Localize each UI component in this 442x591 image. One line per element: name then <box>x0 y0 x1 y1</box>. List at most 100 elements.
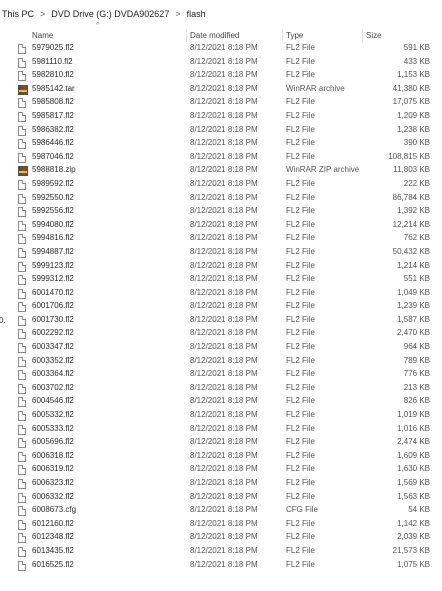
file-icon-cell <box>18 314 28 326</box>
file-date-modified: 8/12/2021 8:18 PM <box>190 165 258 175</box>
file-type: FL2 File <box>286 450 315 460</box>
file-row[interactable]: 5982810.fl2 8/12/2021 8:18 PM FL2 File 1,15… <box>0 68 442 82</box>
file-row[interactable]: 5985808.fl2 8/12/2021 8:18 PM FL2 File 17,0… <box>0 95 442 109</box>
file-name: 6003347.fl2 <box>32 342 74 352</box>
file-size: 21,573 KB <box>392 545 430 555</box>
file-type: WinRAR archive <box>286 83 345 93</box>
file-row[interactable]: 5987046.fl2 8/12/2021 8:18 PM FL2 File 108,… <box>0 150 442 164</box>
file-size: 2,474 KB <box>397 437 430 447</box>
file-date-modified: 8/12/2021 8:18 PM <box>190 151 258 161</box>
breadcrumb-chevron-icon[interactable]: > <box>171 9 184 19</box>
file-name: 5987046.fl2 <box>32 151 74 161</box>
file-row[interactable]: 5979025.fl2 8/12/2021 8:18 PM FL2 File 591 … <box>0 41 442 55</box>
file-icon-cell <box>18 178 28 190</box>
breadcrumb-flash[interactable]: flash <box>185 9 208 19</box>
file-size: 17,075 KB <box>392 97 430 107</box>
file-icon-cell <box>18 260 28 272</box>
file-icon-cell <box>18 504 28 517</box>
file-icon-cell <box>18 232 28 245</box>
file-row[interactable]: 5985817.fl2 8/12/2021 8:18 PM FL2 File 1,20… <box>0 109 442 123</box>
file-row[interactable]: 6005696.fl2 8/12/2021 8:18 PM FL2 File 2,47… <box>0 435 442 449</box>
file-size: 1,563 KB <box>397 491 430 501</box>
file-row[interactable]: 6006332.fl2 8/12/2021 8:18 PM FL2 File 1,56… <box>0 490 442 504</box>
file-type: CFG File <box>286 505 318 515</box>
breadcrumb-dvd-drive[interactable]: DVD Drive (G:) DVDA902627 <box>49 9 171 19</box>
file-row[interactable]: 6003364.fl2 8/12/2021 8:18 PM FL2 File 776 … <box>0 367 442 381</box>
breadcrumb[interactable]: This PC > DVD Drive (G:) DVDA902627 > fl… <box>0 0 442 28</box>
file-icon-cell <box>18 110 28 122</box>
breadcrumb-chevron-icon[interactable]: > <box>36 9 49 19</box>
file-row[interactable]: 6003702.fl2 8/12/2021 8:18 PM FL2 File 213 … <box>0 381 442 395</box>
file-size: 41,380 KB <box>392 83 430 93</box>
column-header-name[interactable]: Name <box>32 31 53 40</box>
file-name: 6003702.fl2 <box>32 382 74 392</box>
file-row[interactable]: 5986446.fl2 8/12/2021 8:18 PM FL2 File 390 … <box>0 136 442 150</box>
file-row[interactable]: 6001730.fl2 8/12/2021 8:18 PM FL2 File 1,58… <box>0 313 442 327</box>
file-row[interactable]: 6008673.cfg 8/12/2021 8:18 PM CFG File 54 K… <box>0 503 442 517</box>
file-name: 5988818.zip <box>32 165 76 175</box>
file-type: FL2 File <box>286 219 315 229</box>
file-explorer-window: This PC > DVD Drive (G:) DVDA902627 > fl… <box>0 0 442 591</box>
fl2-file-icon <box>18 125 26 136</box>
file-row[interactable]: 6006323.fl2 8/12/2021 8:18 PM FL2 File 1,56… <box>0 476 442 490</box>
file-row[interactable]: 6006318.fl2 8/12/2021 8:18 PM FL2 File 1,60… <box>0 449 442 463</box>
file-row[interactable]: 6012348.fl2 8/12/2021 8:18 PM FL2 File 2,03… <box>0 530 442 544</box>
file-type: FL2 File <box>286 110 315 120</box>
file-date-modified: 8/12/2021 8:18 PM <box>190 70 258 80</box>
fl2-file-icon <box>18 411 26 422</box>
column-header-date-modified[interactable]: Date modified <box>190 31 239 40</box>
file-icon-cell <box>18 164 28 177</box>
file-icon-cell <box>18 287 28 299</box>
file-size: 2,470 KB <box>397 328 430 338</box>
file-row[interactable]: 5992556.fl2 8/12/2021 8:18 PM FL2 File 1,39… <box>0 204 442 218</box>
file-row[interactable]: 6001470.fl2 8/12/2021 8:18 PM FL2 File 1,04… <box>0 286 442 300</box>
file-row[interactable]: 5994816.fl2 8/12/2021 8:18 PM FL2 File 762 … <box>0 231 442 245</box>
file-row[interactable]: 6001706.fl2 8/12/2021 8:18 PM FL2 File 1,23… <box>0 299 442 313</box>
file-name: 6001730.fl2 <box>32 314 74 324</box>
file-row[interactable]: 6012160.fl2 8/12/2021 8:18 PM FL2 File 1,14… <box>0 517 442 531</box>
file-row[interactable]: 5992550.fl2 8/12/2021 8:18 PM FL2 File 86,7… <box>0 191 442 205</box>
file-row[interactable]: 6003347.fl2 8/12/2021 8:18 PM FL2 File 964 … <box>0 340 442 354</box>
fl2-file-icon <box>18 98 26 109</box>
file-row[interactable]: 5988818.zip 8/12/2021 8:18 PM WinRAR ZIP a… <box>0 163 442 177</box>
file-icon-cell <box>18 96 28 109</box>
file-icon-cell <box>18 341 28 354</box>
fl2-file-icon <box>18 207 26 218</box>
file-row[interactable]: 6013435.fl2 8/12/2021 8:18 PM FL2 File 21,5… <box>0 544 442 558</box>
fl2-file-icon <box>18 479 26 489</box>
fl2-file-icon <box>18 247 26 258</box>
file-size: 762 KB <box>403 233 430 243</box>
column-header-size[interactable]: Size <box>366 31 382 40</box>
file-row[interactable]: 6005333.fl2 8/12/2021 8:18 PM FL2 File 1,01… <box>0 422 442 436</box>
file-date-modified: 8/12/2021 8:18 PM <box>190 396 258 406</box>
file-icon-cell <box>18 382 28 394</box>
file-row[interactable]: 5999123.fl2 8/12/2021 8:18 PM FL2 File 1,21… <box>0 259 442 273</box>
fl2-file-icon <box>18 152 26 163</box>
file-row[interactable]: 6016525.fl2 8/12/2021 8:18 PM FL2 File 1,07… <box>0 558 442 572</box>
file-type: FL2 File <box>286 274 315 284</box>
file-row[interactable]: 6005332.fl2 8/12/2021 8:18 PM FL2 File 1,01… <box>0 408 442 422</box>
file-row[interactable]: 6002292.fl2 8/12/2021 8:18 PM FL2 File 2,47… <box>0 326 442 340</box>
file-row[interactable]: 5985142.tar 8/12/2021 8:18 PM WinRAR archi… <box>0 82 442 96</box>
fl2-file-icon <box>18 424 26 435</box>
file-row[interactable]: 6003352.fl2 8/12/2021 8:18 PM FL2 File 789 … <box>0 354 442 368</box>
file-icon-cell <box>18 137 28 150</box>
file-row[interactable]: 5986382.fl2 8/12/2021 8:18 PM FL2 File 1,23… <box>0 123 442 137</box>
file-row[interactable]: 5994887.fl2 8/12/2021 8:18 PM FL2 File 50,4… <box>0 245 442 259</box>
file-icon-cell <box>18 545 28 557</box>
file-type: FL2 File <box>286 138 315 148</box>
file-size: 1,569 KB <box>397 478 430 487</box>
file-icon-cell <box>18 436 28 449</box>
file-name: 6016525.fl2 <box>32 559 74 569</box>
file-row[interactable]: 5981110.fl2 8/12/2021 8:18 PM FL2 File 433 … <box>0 55 442 69</box>
file-row[interactable]: 6006319.fl2 8/12/2021 8:18 PM FL2 File 1,63… <box>0 462 442 476</box>
column-header-type[interactable]: Type <box>286 31 303 40</box>
file-date-modified: 8/12/2021 8:18 PM <box>190 314 258 324</box>
file-icon-cell <box>18 463 28 476</box>
file-row[interactable]: 6004546.fl2 8/12/2021 8:18 PM FL2 File 826 … <box>0 394 442 408</box>
file-row[interactable]: 5994080.fl2 8/12/2021 8:18 PM FL2 File 12,2… <box>0 218 442 232</box>
file-row[interactable]: 5989592.fl2 8/12/2021 8:18 PM FL2 File 222 … <box>0 177 442 191</box>
file-type: FL2 File <box>286 246 315 256</box>
file-row[interactable]: 5999312.fl2 8/12/2021 8:18 PM FL2 File 551 … <box>0 272 442 286</box>
file-type: WinRAR ZIP archive <box>286 165 360 175</box>
